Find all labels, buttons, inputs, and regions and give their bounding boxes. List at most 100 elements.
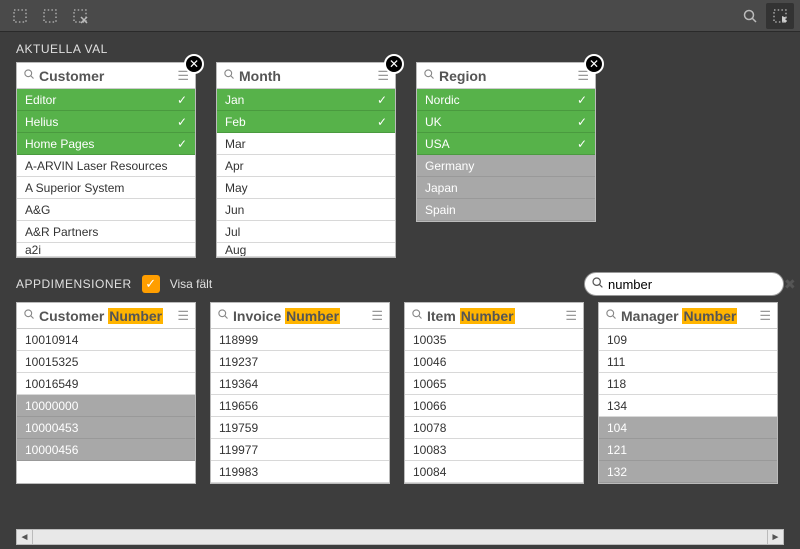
selections-tool-icon[interactable]	[766, 3, 794, 29]
panel-menu-icon[interactable]: ☰	[759, 308, 771, 324]
panel-title: Item Number	[427, 308, 561, 324]
check-icon: ✓	[577, 115, 587, 129]
list-item[interactable]: 119983	[211, 461, 389, 483]
check-icon: ✓	[577, 93, 587, 107]
list-item[interactable]: 10016549	[17, 373, 195, 395]
list-item[interactable]: 118	[599, 373, 777, 395]
list-item[interactable]: 10066	[405, 395, 583, 417]
show-fields-label: Visa fält	[170, 277, 212, 291]
list-item[interactable]: 104	[599, 417, 777, 439]
list-item[interactable]: 10015325	[17, 351, 195, 373]
panel-title: Region	[439, 68, 573, 84]
scroll-right-arrow[interactable]: ►	[767, 530, 783, 544]
selection-panel: ✕Month☰Jan✓Feb✓MarAprMayJunJulAug	[216, 62, 396, 258]
close-icon[interactable]: ✕	[384, 54, 404, 74]
panel-header[interactable]: Customer☰	[17, 63, 195, 89]
list-item[interactable]: 10000000	[17, 395, 195, 417]
list-item[interactable]: 109	[599, 329, 777, 351]
clear-search-icon[interactable]: ✖	[784, 276, 796, 293]
list-item[interactable]: A Superior System	[17, 177, 195, 199]
list-item[interactable]: Jan✓	[217, 89, 395, 111]
search-icon	[223, 68, 235, 83]
list-item[interactable]: A&G	[17, 199, 195, 221]
list-item[interactable]: 10078	[405, 417, 583, 439]
check-icon: ✓	[377, 93, 387, 107]
panel-title: Invoice Number	[233, 308, 367, 324]
list-item[interactable]: Jul	[217, 221, 395, 243]
dimension-panel: Customer Number☰100109141001532510016549…	[16, 302, 196, 484]
panel-menu-icon[interactable]: ☰	[371, 308, 383, 324]
list-item[interactable]: 10000456	[17, 439, 195, 461]
search-icon	[591, 276, 604, 292]
list-item[interactable]: Aug	[217, 243, 395, 257]
dimension-search[interactable]: ✖	[584, 272, 784, 296]
horizontal-scrollbar[interactable]: ◄ ►	[16, 529, 784, 545]
list-item[interactable]: Spain	[417, 199, 595, 221]
list-item[interactable]: 119237	[211, 351, 389, 373]
list-item[interactable]: 134	[599, 395, 777, 417]
list-item[interactable]: 121	[599, 439, 777, 461]
show-fields-checkbox[interactable]: ✓	[142, 275, 160, 293]
global-search-icon[interactable]	[736, 3, 764, 29]
list-item[interactable]: A&R Partners	[17, 221, 195, 243]
search-icon	[217, 308, 229, 323]
list-item[interactable]: 119759	[211, 417, 389, 439]
search-icon	[423, 68, 435, 83]
list-item[interactable]: 119364	[211, 373, 389, 395]
app-dimensions-heading: APPDIMENSIONER	[16, 277, 132, 291]
list-item[interactable]: 111	[599, 351, 777, 373]
close-icon[interactable]: ✕	[584, 54, 604, 74]
list-item[interactable]: 10084	[405, 461, 583, 483]
list-item[interactable]: May	[217, 177, 395, 199]
list-item[interactable]: Jun	[217, 199, 395, 221]
scroll-left-arrow[interactable]: ◄	[17, 530, 33, 544]
search-icon	[411, 308, 423, 323]
panel-title: Customer Number	[39, 308, 173, 324]
dimension-panels-row: Customer Number☰100109141001532510016549…	[0, 296, 800, 484]
list-item[interactable]: 119656	[211, 395, 389, 417]
panel-header[interactable]: Invoice Number☰	[211, 303, 389, 329]
list-item[interactable]: UK✓	[417, 111, 595, 133]
panel-menu-icon[interactable]: ☰	[565, 308, 577, 324]
list-item[interactable]: 10083	[405, 439, 583, 461]
check-icon: ✓	[177, 93, 187, 107]
selection-clear-icon[interactable]	[66, 3, 94, 29]
list-item[interactable]: 10046	[405, 351, 583, 373]
list-item[interactable]: Nordic✓	[417, 89, 595, 111]
check-icon: ✓	[177, 137, 187, 151]
search-icon	[605, 308, 617, 323]
list-item[interactable]: USA✓	[417, 133, 595, 155]
list-item[interactable]: Apr	[217, 155, 395, 177]
list-item[interactable]: Germany	[417, 155, 595, 177]
panel-header[interactable]: Customer Number☰	[17, 303, 195, 329]
list-item[interactable]: Editor✓	[17, 89, 195, 111]
list-item[interactable]: 10000453	[17, 417, 195, 439]
dimension-search-input[interactable]	[608, 277, 784, 292]
list-item[interactable]: 132	[599, 461, 777, 483]
panel-header[interactable]: Month☰	[217, 63, 395, 89]
top-toolbar	[0, 0, 800, 32]
list-item[interactable]: A-ARVIN Laser Resources	[17, 155, 195, 177]
list-item[interactable]: 10035	[405, 329, 583, 351]
panel-header[interactable]: Manager Number☰	[599, 303, 777, 329]
selection-forward-icon[interactable]	[36, 3, 64, 29]
close-icon[interactable]: ✕	[184, 54, 204, 74]
selection-back-icon[interactable]	[6, 3, 34, 29]
panel-title: Customer	[39, 68, 173, 84]
panel-header[interactable]: Region☰	[417, 63, 595, 89]
list-item[interactable]: Japan	[417, 177, 595, 199]
selection-panels-row: ✕Customer☰Editor✓Helius✓Home Pages✓A-ARV…	[0, 62, 800, 264]
list-item[interactable]: 119977	[211, 439, 389, 461]
list-item[interactable]: 10065	[405, 373, 583, 395]
list-item[interactable]: 118999	[211, 329, 389, 351]
selection-panel: ✕Region☰Nordic✓UK✓USA✓GermanyJapanSpain	[416, 62, 596, 258]
list-item[interactable]: Feb✓	[217, 111, 395, 133]
list-item[interactable]: a2i	[17, 243, 195, 257]
list-item[interactable]: Home Pages✓	[17, 133, 195, 155]
panel-menu-icon[interactable]: ☰	[177, 308, 189, 324]
search-icon	[23, 308, 35, 323]
list-item[interactable]: 10010914	[17, 329, 195, 351]
panel-header[interactable]: Item Number☰	[405, 303, 583, 329]
list-item[interactable]: Helius✓	[17, 111, 195, 133]
list-item[interactable]: Mar	[217, 133, 395, 155]
